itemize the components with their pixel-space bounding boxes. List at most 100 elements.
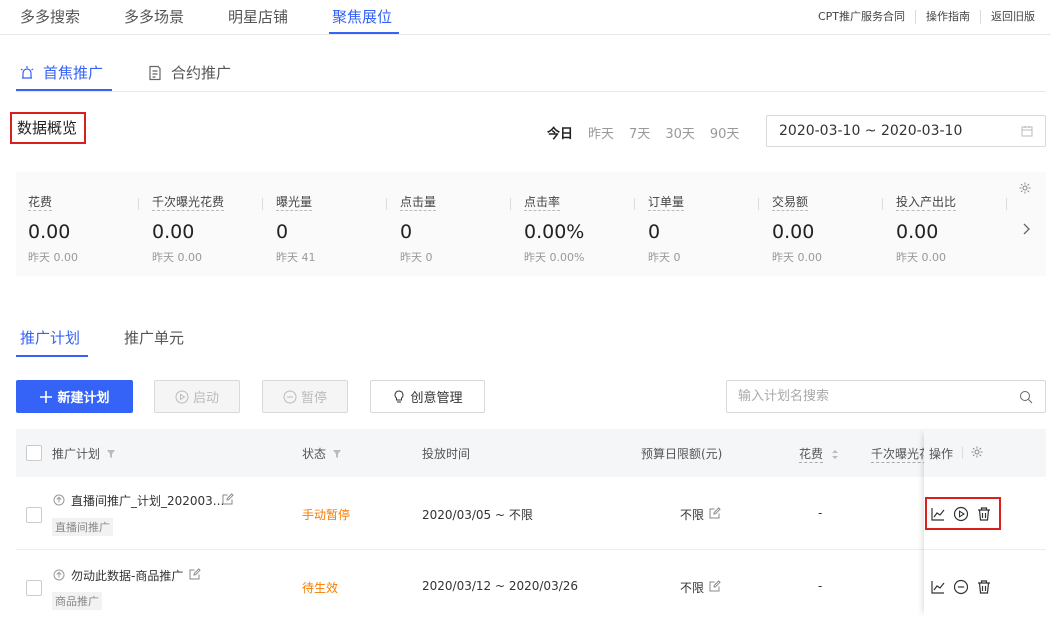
edit-icon[interactable] (709, 580, 721, 592)
date-range-value: 2020-03-10 ~ 2020-03-10 (779, 123, 963, 139)
chart-line-icon[interactable] (930, 579, 946, 595)
tab-units[interactable]: 推广单元 (124, 327, 184, 348)
metric-value: 0.00 (896, 221, 939, 243)
ops-header: 操作 (924, 429, 1046, 477)
edit-icon[interactable] (189, 568, 201, 580)
plan-name[interactable]: 直播间推广_计划_202003... (71, 492, 224, 509)
divider (510, 198, 511, 210)
metric-yesterday: 昨天 0 (400, 251, 433, 264)
schedule-time: 2020/03/05 ~ 不限 (422, 508, 533, 522)
edit-icon[interactable] (709, 507, 721, 519)
divider (138, 198, 139, 210)
range-7d[interactable]: 7天 (629, 123, 650, 142)
range-90d[interactable]: 90天 (710, 123, 740, 142)
metric-cpm: 千次曝光花费 0.00 昨天 0.00 (152, 194, 276, 264)
guide-link[interactable]: 操作指南 (915, 10, 980, 24)
col-cpm-label: 千次曝光花 (871, 445, 926, 463)
pause-label: 暂停 (300, 391, 327, 406)
alarm-icon (20, 65, 34, 79)
metric-yesterday: 昨天 0.00 (28, 251, 78, 264)
top-links: CPT推广服务合同 操作指南 返回旧版 (808, 10, 1045, 24)
col-spend[interactable]: 花费 (799, 445, 839, 463)
table-header: 推广计划 状态 投放时间 预算日限额(元) 花费 千次曝光花 (16, 429, 1046, 477)
date-range-picker[interactable]: 2020-03-10 ~ 2020-03-10 (766, 115, 1046, 147)
metric-label: 投入产出比 (896, 195, 957, 211)
search-icon[interactable] (1019, 390, 1033, 404)
metric-yesterday: 昨天 0.00% (524, 251, 585, 264)
plan-name[interactable]: 勿动此数据-商品推广 (71, 567, 183, 584)
divider (634, 198, 635, 210)
divider (758, 198, 759, 210)
divider (262, 198, 263, 210)
metric-label: 点击率 (524, 195, 561, 211)
metric-gmv: 交易额 0.00 昨天 0.00 (772, 194, 896, 264)
gear-icon[interactable] (970, 445, 984, 459)
row-checkbox[interactable] (26, 580, 42, 596)
col-cpm: 千次曝光花 (871, 445, 926, 463)
search-input[interactable] (727, 381, 1007, 412)
metric-yesterday: 昨天 41 (276, 251, 316, 264)
calendar-icon (1021, 126, 1033, 137)
metric-clicks: 点击量 0 昨天 0 (400, 194, 524, 264)
metric-value: 0.00% (524, 221, 585, 243)
play-circle-icon (175, 390, 189, 403)
ops-row (924, 550, 1046, 617)
metric-impressions: 曝光量 0 昨天 41 (276, 194, 400, 264)
col-status: 状态 (302, 445, 342, 462)
metric-value: 0 (648, 221, 661, 243)
metric-yesterday: 昨天 0.00 (152, 251, 202, 264)
row-checkbox[interactable] (26, 507, 42, 523)
overview-title: 数据概览 (10, 112, 86, 144)
col-time-label: 投放时间 (422, 447, 471, 461)
pause-circle-icon (283, 390, 297, 403)
metric-label: 点击量 (400, 195, 437, 211)
metrics-panel: 花费 0.00 昨天 0.00 千次曝光花费 0.00 昨天 0.00 曝光量 … (16, 172, 1046, 276)
col-spend-label: 花费 (799, 447, 824, 463)
range-yesterday[interactable]: 昨天 (588, 123, 614, 142)
col-status-label: 状态 (302, 447, 327, 461)
subtab-contract-promo[interactable]: 合约推广 (147, 62, 231, 83)
active-subtab-indicator (16, 89, 112, 91)
old-version-link[interactable]: 返回旧版 (980, 10, 1045, 24)
arrow-up-circle-icon (53, 569, 65, 581)
divider (1006, 198, 1007, 210)
cpt-contract-link[interactable]: CPT推广服务合同 (808, 10, 915, 24)
creative-manage-label: 创意管理 (410, 391, 463, 406)
metric-yesterday: 昨天 0.00 (772, 251, 822, 264)
new-plan-button[interactable]: 新建计划 (16, 380, 133, 413)
chevron-right-icon[interactable] (1022, 222, 1032, 236)
range-30d[interactable]: 30天 (665, 123, 695, 142)
document-icon (149, 65, 161, 80)
select-all-checkbox[interactable] (26, 445, 42, 461)
metric-value: 0.00 (152, 221, 195, 243)
tab-star-shop[interactable]: 明星店铺 (228, 6, 288, 27)
start-button[interactable]: 启动 (154, 380, 240, 413)
tab-duoduo-scene[interactable]: 多多场景 (124, 6, 184, 27)
start-label: 启动 (192, 391, 219, 406)
highlight-box (925, 497, 1001, 530)
tab-focus-booth[interactable]: 聚焦展位 (332, 6, 392, 27)
col-budget-label: 预算日限额(元) (641, 447, 723, 461)
metric-yesterday: 昨天 0.00 (896, 251, 946, 264)
edit-icon[interactable] (222, 493, 234, 505)
subtab-label: 首焦推广 (43, 64, 104, 82)
filter-icon[interactable] (332, 449, 342, 459)
top-nav: 多多搜索 多多场景 明星店铺 聚焦展位 CPT推广服务合同 操作指南 返回旧版 (0, 0, 1051, 35)
col-ops-label: 操作 (929, 447, 954, 461)
trash-icon[interactable] (976, 579, 992, 595)
col-budget: 预算日限额(元) (641, 445, 722, 462)
date-range-presets: 今日 昨天 7天 30天 90天 (547, 123, 754, 142)
subtab-label: 合约推广 (171, 64, 232, 82)
tab-plans[interactable]: 推广计划 (20, 327, 80, 348)
gear-icon[interactable] (1018, 181, 1032, 195)
range-today[interactable]: 今日 (547, 123, 573, 142)
pause-circle-icon[interactable] (953, 579, 969, 595)
subtab-focus-promo[interactable]: 首焦推广 (19, 62, 103, 83)
plan-type-tag: 直播间推广 (52, 518, 113, 536)
pause-button[interactable]: 暂停 (262, 380, 348, 413)
filter-icon[interactable] (106, 449, 116, 459)
sort-icon[interactable] (831, 449, 839, 460)
tab-duoduo-search[interactable]: 多多搜索 (20, 6, 80, 27)
metric-value: 0 (276, 221, 289, 243)
creative-manage-button[interactable]: 创意管理 (370, 380, 485, 413)
